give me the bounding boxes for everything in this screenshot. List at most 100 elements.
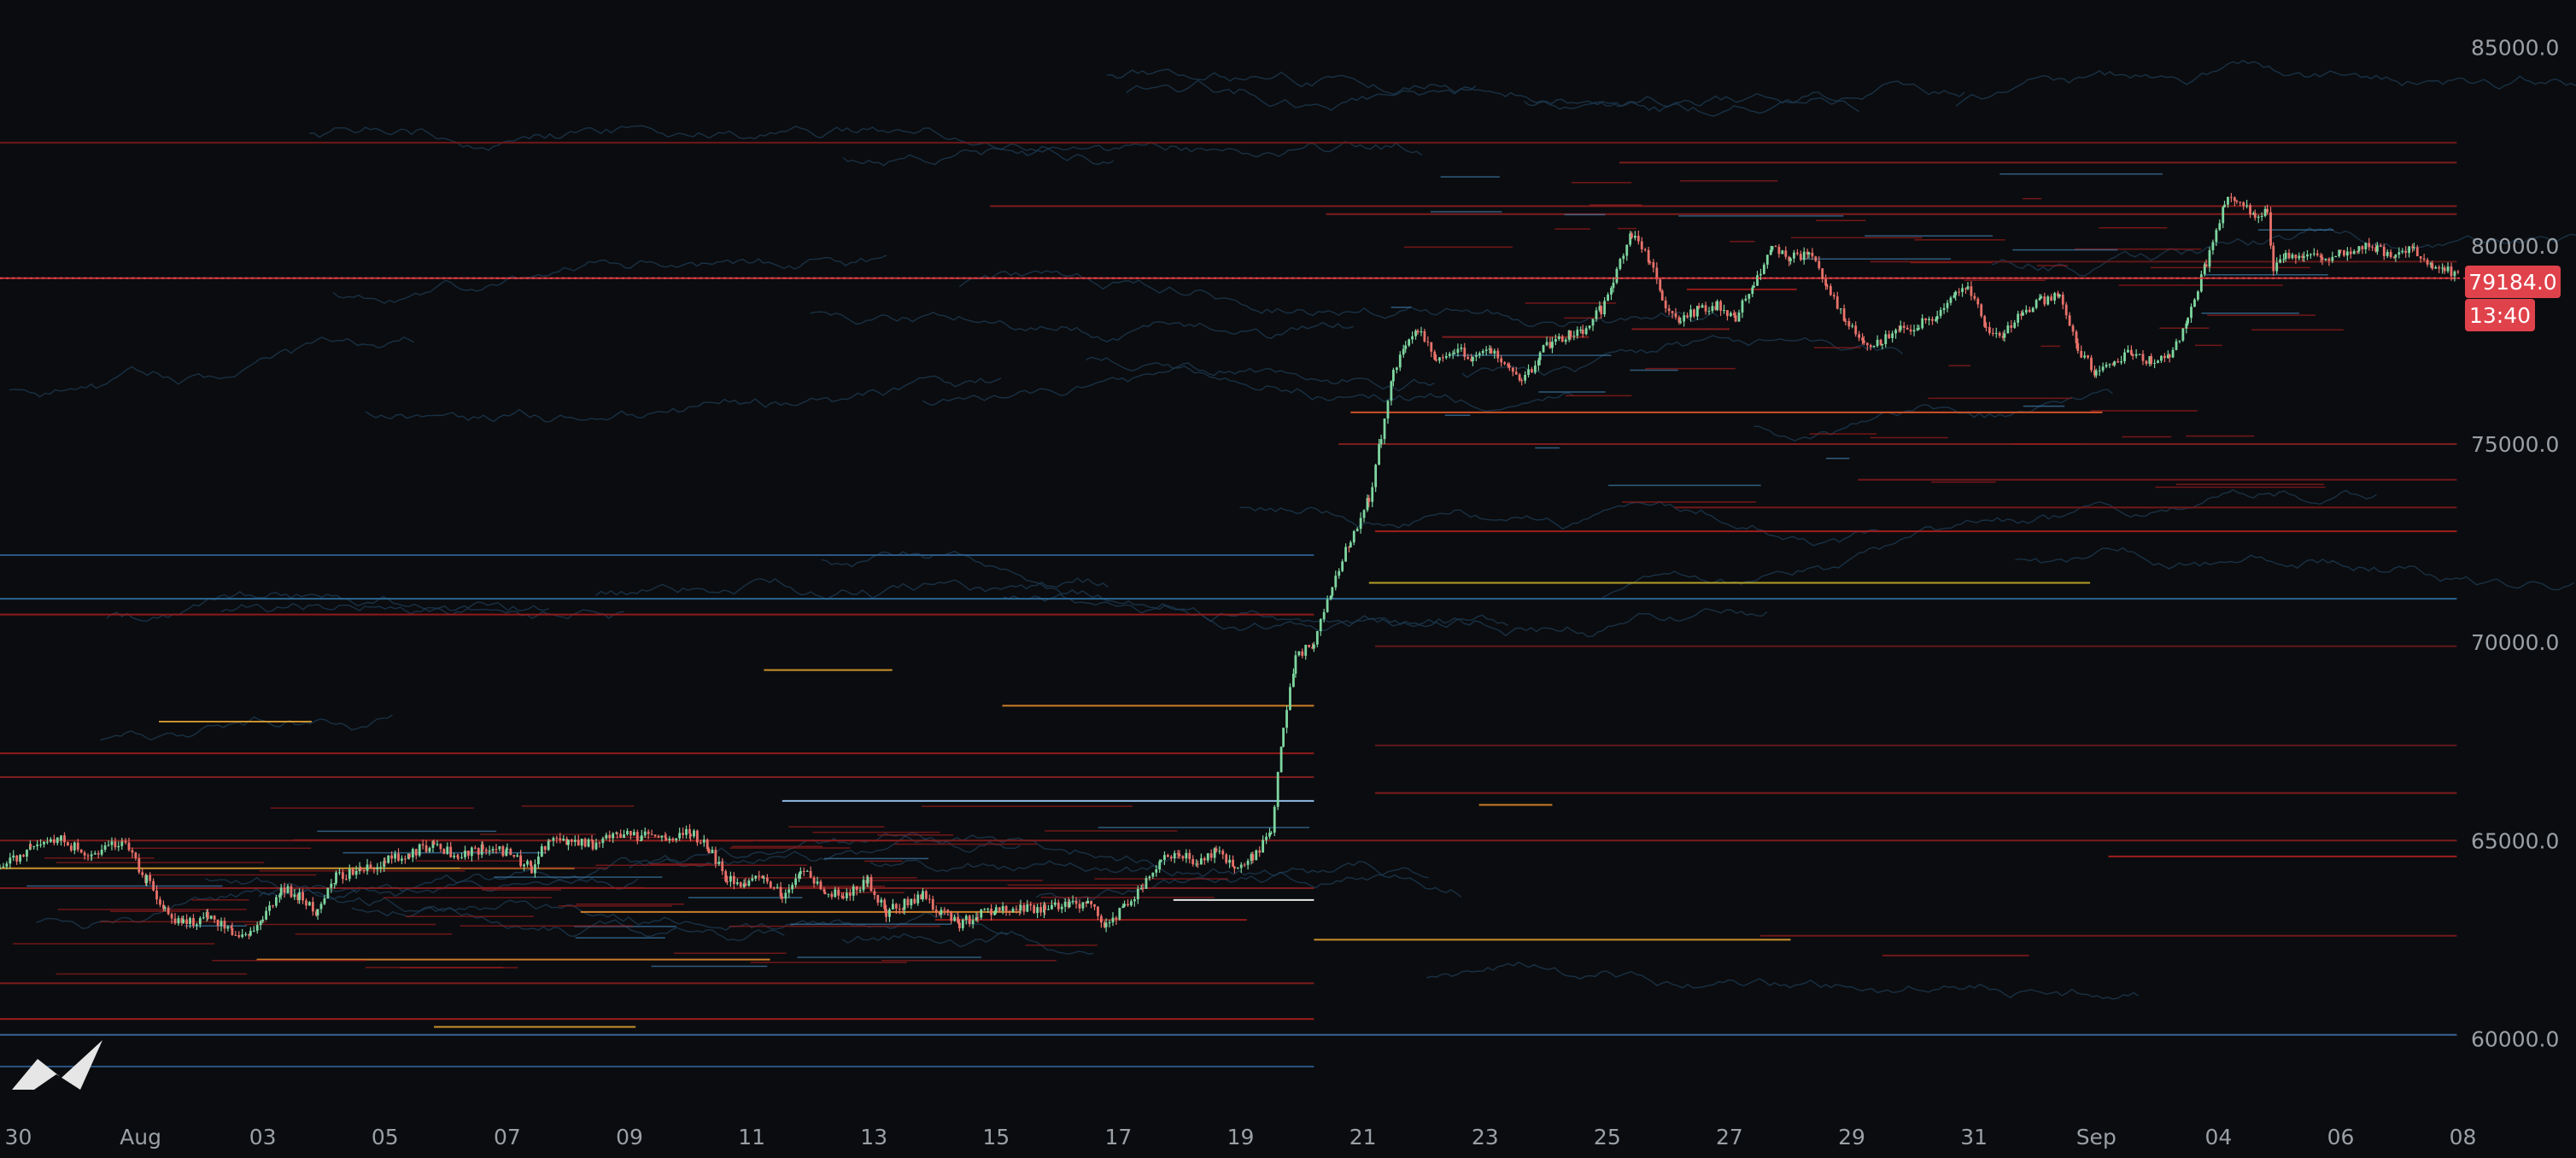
candle-body bbox=[2229, 196, 2233, 198]
candle-body bbox=[2175, 341, 2178, 350]
candle-body bbox=[467, 851, 470, 857]
candle-body bbox=[1155, 869, 1158, 873]
candle-body bbox=[1239, 864, 1243, 868]
candle-body bbox=[177, 918, 180, 924]
candle-body bbox=[1258, 850, 1262, 853]
candle-body bbox=[2291, 254, 2294, 259]
candle-body bbox=[167, 907, 170, 915]
candle-body bbox=[408, 853, 411, 858]
candle-body bbox=[2034, 300, 2038, 308]
candle-body bbox=[2438, 266, 2441, 269]
candle-body bbox=[2306, 254, 2309, 257]
candle-body bbox=[1636, 236, 1640, 242]
candle-body bbox=[1130, 901, 1133, 906]
candle-body bbox=[2157, 360, 2159, 363]
candle-body bbox=[664, 837, 668, 840]
candle-body bbox=[1821, 268, 1824, 279]
candle-body bbox=[1178, 854, 1181, 857]
candle-body bbox=[1970, 286, 1973, 296]
x-tick-label: 03 bbox=[249, 1125, 277, 1149]
candle-body bbox=[842, 896, 845, 898]
candle-body bbox=[1988, 327, 1991, 333]
candle-body bbox=[1160, 860, 1162, 862]
candle-body bbox=[605, 834, 608, 839]
liquidation-heatmap-chart[interactable]: 85000.0 80000.0 75000.0 70000.0 65000.0 60000… bbox=[0, 0, 2576, 1158]
candle-body bbox=[1430, 342, 1433, 352]
candle-body bbox=[1912, 330, 1916, 332]
candle-body bbox=[2443, 267, 2446, 272]
candle-body bbox=[1765, 254, 1769, 265]
candle-body bbox=[1294, 655, 1297, 674]
candle-body bbox=[1127, 904, 1129, 906]
candle-body bbox=[439, 844, 442, 850]
candle-body bbox=[769, 881, 772, 888]
candle-body bbox=[1111, 917, 1115, 923]
candle-body bbox=[1071, 900, 1074, 903]
candle-body bbox=[1097, 906, 1099, 916]
candle-body bbox=[1151, 872, 1155, 877]
candle-body bbox=[946, 909, 950, 913]
candle-body bbox=[1026, 904, 1029, 912]
candle-body bbox=[858, 890, 862, 892]
candle-body bbox=[2397, 252, 2401, 255]
candle-body bbox=[726, 880, 729, 882]
candle-body bbox=[1829, 285, 1832, 295]
candle-body bbox=[2343, 250, 2345, 256]
candle-body bbox=[1104, 922, 1108, 927]
candle-body bbox=[2338, 249, 2341, 256]
candle-body bbox=[924, 891, 928, 899]
candle-body bbox=[1169, 857, 1173, 859]
candle-body bbox=[2094, 371, 2098, 376]
candle-body bbox=[950, 912, 953, 921]
x-tick-label: 30 bbox=[5, 1125, 32, 1149]
candle-body bbox=[2003, 333, 2006, 338]
x-tick-label: 13 bbox=[860, 1125, 887, 1149]
y-tick-label: 85000.0 bbox=[2471, 36, 2559, 61]
candle-body bbox=[414, 849, 418, 856]
candle-body bbox=[809, 870, 812, 878]
candle-body bbox=[837, 889, 840, 896]
candle-body bbox=[2145, 360, 2148, 365]
candle-body bbox=[1902, 325, 1906, 328]
candle-body bbox=[562, 839, 565, 841]
candle-body bbox=[799, 871, 802, 874]
candle-body bbox=[1181, 856, 1185, 859]
candle-body bbox=[1444, 355, 1448, 358]
candle-body bbox=[1262, 839, 1265, 853]
candle-body bbox=[2043, 296, 2046, 305]
candle-body bbox=[1524, 375, 1526, 381]
x-tick-label: 29 bbox=[1838, 1125, 1865, 1149]
candle-body bbox=[1460, 347, 1463, 349]
candle-body bbox=[2253, 213, 2257, 218]
candle-body bbox=[601, 838, 605, 844]
candle-body bbox=[1762, 264, 1765, 274]
chart-canvas[interactable]: 85000.0 80000.0 75000.0 70000.0 65000.0 60000… bbox=[0, 0, 2576, 1158]
candle-body bbox=[2368, 243, 2371, 248]
candle-body bbox=[1581, 330, 1584, 335]
candle-body bbox=[1814, 256, 1818, 261]
candle-body bbox=[577, 839, 580, 846]
candle-body bbox=[976, 917, 980, 919]
candle-body bbox=[516, 855, 519, 857]
candle-body bbox=[366, 864, 369, 871]
candle-body bbox=[481, 844, 484, 850]
candle-body bbox=[1588, 325, 1591, 329]
candle-body bbox=[2141, 354, 2145, 361]
candle-body bbox=[1881, 343, 1884, 345]
candle-body bbox=[275, 897, 278, 906]
candle-body bbox=[1022, 904, 1026, 912]
x-tick-label: 19 bbox=[1227, 1125, 1255, 1149]
candle-body bbox=[1191, 858, 1195, 865]
candle-body bbox=[1994, 332, 1998, 334]
candle-body bbox=[2357, 246, 2361, 252]
candle-body bbox=[1123, 904, 1126, 907]
candle-body bbox=[1057, 902, 1060, 909]
candle-body bbox=[1197, 863, 1199, 865]
candle-body bbox=[308, 902, 311, 906]
candle-body bbox=[2017, 313, 2020, 323]
candle-body bbox=[1203, 858, 1206, 861]
candle-body bbox=[916, 894, 920, 904]
candle-body bbox=[2349, 251, 2352, 254]
candle-body bbox=[1842, 308, 1846, 321]
candle-body bbox=[1534, 365, 1537, 372]
